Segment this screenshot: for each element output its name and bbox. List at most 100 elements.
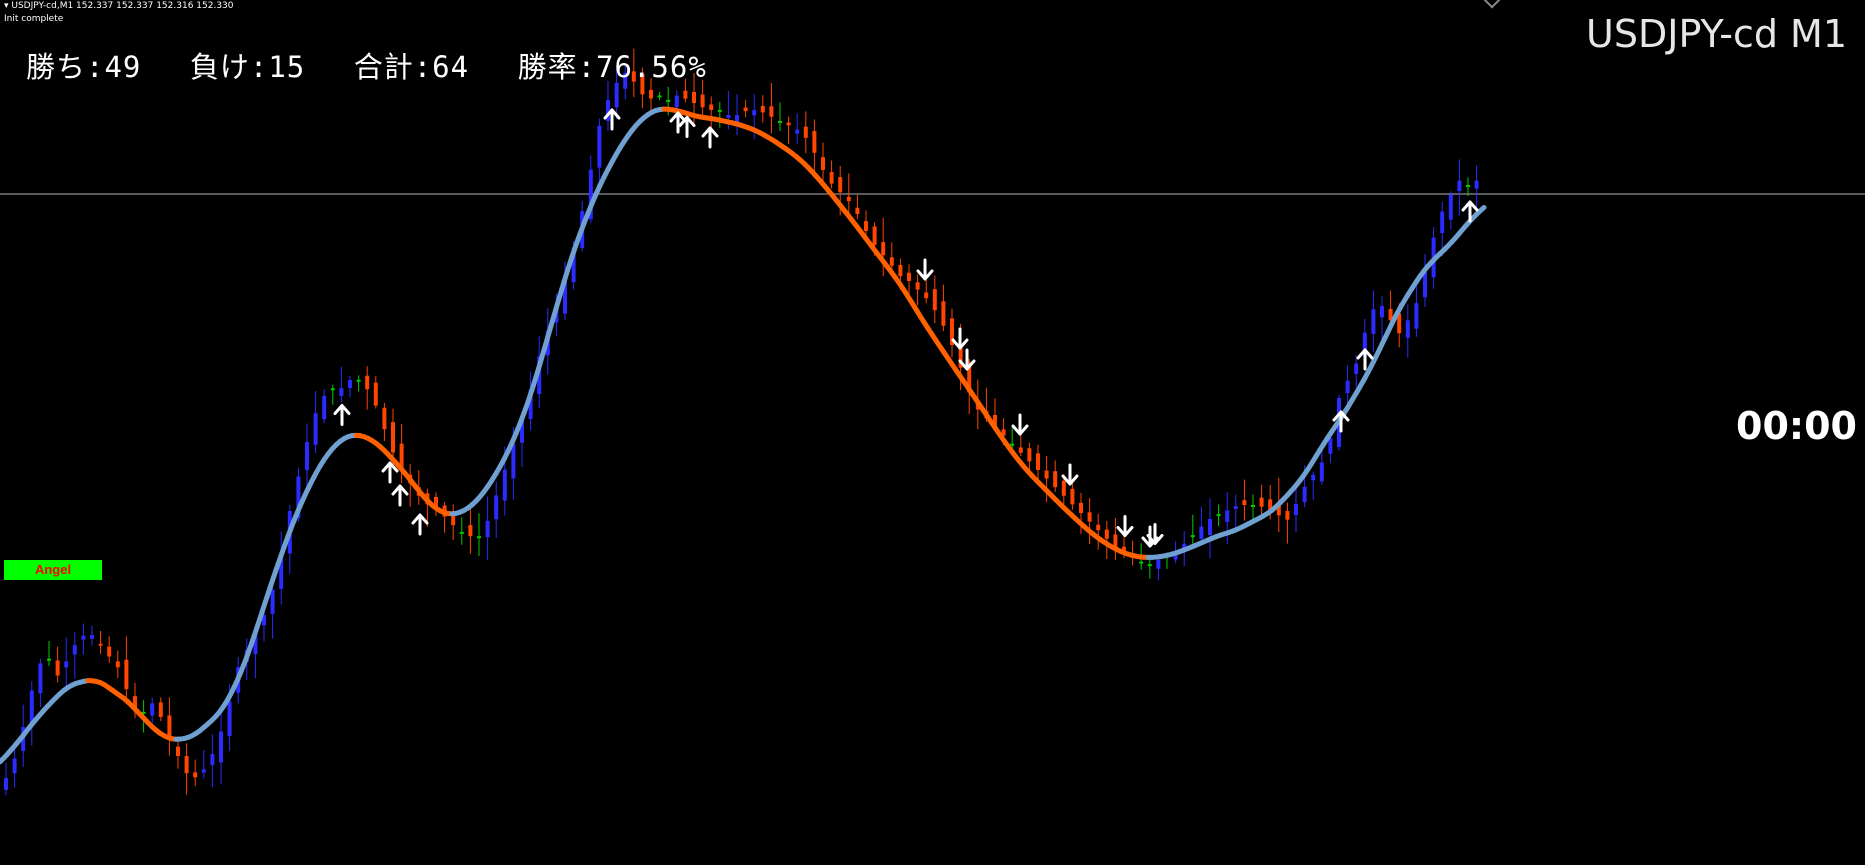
moving-average-layer: [0, 106, 1487, 765]
candle-body: [1027, 448, 1032, 462]
candle-body: [1328, 438, 1333, 454]
candle-body: [932, 289, 937, 311]
candle-body: [941, 301, 946, 326]
candle-body: [1061, 480, 1066, 496]
buy-arrow-icon: [678, 116, 696, 138]
candle-body: [700, 94, 705, 108]
candle-body: [1285, 510, 1290, 520]
candle-body: [1216, 514, 1221, 517]
candle-body: [98, 643, 103, 646]
candle-body: [614, 82, 619, 108]
candle-body: [72, 645, 77, 655]
candle-body: [1311, 474, 1316, 481]
candle-body: [38, 663, 43, 694]
candle-body: [468, 525, 473, 537]
candle-body: [1345, 380, 1350, 394]
candle-body: [1053, 471, 1058, 488]
candle-body: [752, 110, 757, 116]
candle-body: [743, 107, 748, 112]
candle-body: [382, 407, 387, 430]
win-rate: 勝率:76.56%: [517, 50, 707, 84]
total-count: 合計:64: [353, 50, 470, 84]
candle-body: [1440, 211, 1445, 234]
candle-body: [511, 443, 516, 479]
candle-body: [1251, 505, 1255, 507]
candle-body: [1010, 443, 1015, 446]
candle-body: [915, 282, 920, 290]
candle-body: [1139, 561, 1144, 564]
candle-body: [494, 495, 499, 520]
candle-body: [829, 171, 834, 184]
candle-body: [1294, 504, 1298, 516]
candle-body: [1405, 320, 1410, 338]
sell-arrow-icon: [1116, 515, 1134, 537]
candle-body: [90, 635, 94, 639]
candle-body: [124, 659, 129, 690]
candle-body: [305, 442, 309, 471]
candle-body: [373, 382, 378, 406]
candle-body: [47, 658, 51, 661]
candle-body: [1199, 526, 1204, 539]
candle-body: [4, 778, 8, 790]
candle-body: [459, 531, 464, 534]
candle-body: [657, 95, 662, 98]
candle-body: [322, 395, 327, 420]
candle-body: [1208, 519, 1212, 535]
sell-arrow-icon: [951, 327, 969, 350]
candle-body: [864, 221, 868, 231]
sell-arrow-icon: [916, 258, 934, 281]
candle-body: [1233, 506, 1238, 509]
price-chart: [0, 48, 1865, 796]
candle-body: [1096, 524, 1101, 531]
candle-body: [1474, 180, 1479, 189]
candle-body: [115, 661, 120, 668]
candle-body: [348, 380, 352, 389]
candle-body: [270, 589, 275, 614]
candle-body: [150, 703, 155, 716]
candle-body: [219, 731, 223, 763]
candle-body: [227, 701, 232, 736]
candle-body: [330, 388, 335, 391]
candle-body: [12, 758, 17, 774]
candle-body: [193, 772, 198, 778]
candle-body: [1087, 512, 1092, 522]
candle-body: [666, 99, 671, 102]
candle-body: [1423, 272, 1427, 298]
candle-body: [176, 746, 180, 756]
candle-body: [709, 104, 714, 110]
candle-body: [339, 388, 344, 396]
candle-body: [365, 375, 370, 390]
candle-body: [924, 292, 929, 299]
candle-body: [201, 769, 206, 773]
candle-body: [107, 646, 112, 657]
candle-body: [210, 754, 215, 766]
candle-body: [778, 121, 782, 123]
candle-body: [1044, 470, 1049, 479]
candle-body: [1466, 185, 1470, 187]
candle-body: [692, 91, 696, 103]
candles-layer: [4, 48, 1479, 796]
angel-badge[interactable]: Angel: [4, 560, 102, 580]
candle-body: [726, 115, 731, 118]
symbol-timeframe-label: USDJPY-cd M1: [1586, 12, 1847, 56]
candle-body: [1156, 559, 1161, 569]
candle-body: [485, 520, 490, 538]
candle-body: [502, 469, 507, 501]
candle-body: [313, 413, 318, 445]
candle-body: [649, 89, 653, 99]
candle-body: [451, 515, 456, 526]
candle-body: [1259, 497, 1264, 507]
candle-body: [1190, 535, 1195, 538]
candle-body: [1079, 502, 1083, 513]
candle-body: [1104, 529, 1109, 539]
candle-body: [881, 242, 886, 256]
candle-body: [838, 177, 843, 193]
buy-arrow-icon: [391, 484, 409, 507]
candle-body: [846, 196, 851, 202]
candle-body: [803, 126, 808, 138]
candle-body: [1070, 488, 1075, 505]
candle-body: [889, 257, 894, 266]
candle-body: [872, 226, 877, 245]
candle-body: [1242, 500, 1247, 505]
sell-arrow-icon: [1011, 413, 1029, 436]
